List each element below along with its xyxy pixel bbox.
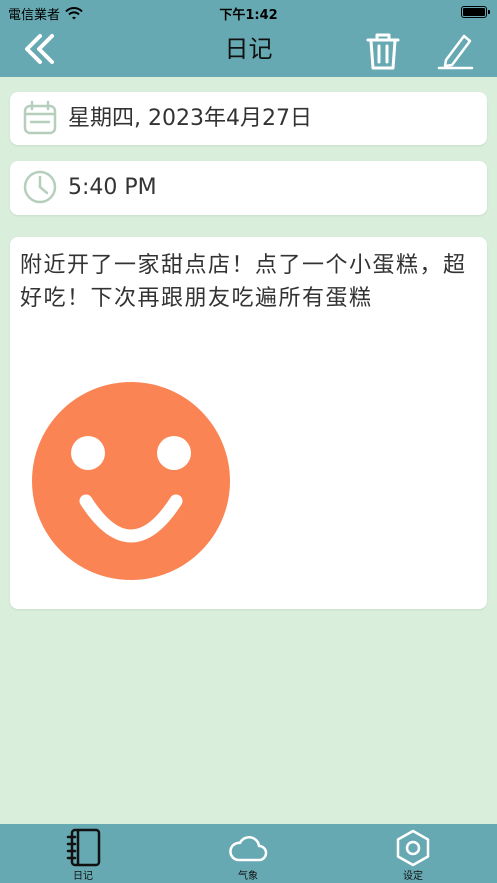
entry-time: 5:40 PM bbox=[68, 175, 157, 200]
tab-label: 设定 bbox=[403, 871, 423, 882]
entry-content: 附近开了一家甜点店！点了一个小蛋糕，超好吃！下次再跟朋友吃遍所有蛋糕 bbox=[20, 253, 467, 311]
clock-icon bbox=[23, 170, 57, 204]
status-time: 下午1:42 bbox=[219, 8, 278, 23]
battery-icon bbox=[461, 6, 490, 18]
time-card[interactable]: 5:40 PM bbox=[10, 161, 487, 215]
tab-weather[interactable]: 气象 bbox=[193, 824, 303, 883]
content-card[interactable]: 附近开了一家甜点店！点了一个小蛋糕，超好吃！下次再跟朋友吃遍所有蛋糕 bbox=[10, 237, 487, 609]
tab-label: 气象 bbox=[238, 871, 258, 882]
tab-diary[interactable]: 日记 bbox=[28, 824, 138, 883]
edit-pencil-icon[interactable] bbox=[434, 30, 476, 72]
cloud-icon bbox=[229, 836, 268, 862]
smiley-face-icon bbox=[32, 382, 230, 580]
calendar-icon bbox=[23, 100, 57, 135]
hexagon-settings-icon bbox=[396, 829, 430, 867]
page-title: 日记 bbox=[224, 35, 273, 63]
tab-label: 日记 bbox=[73, 871, 93, 882]
notebook-icon bbox=[66, 828, 101, 867]
trash-icon[interactable] bbox=[362, 30, 404, 72]
entry-date: 星期四, 2023年4月27日 bbox=[68, 106, 312, 131]
tab-bar: 日记 气象 设定 bbox=[0, 824, 497, 883]
date-card[interactable]: 星期四, 2023年4月27日 bbox=[10, 92, 487, 145]
top-bar: 電信業者 下午1:42 日记 bbox=[0, 0, 497, 77]
tab-settings[interactable]: 设定 bbox=[358, 824, 468, 883]
status-bar: 電信業者 下午1:42 bbox=[0, 0, 497, 24]
